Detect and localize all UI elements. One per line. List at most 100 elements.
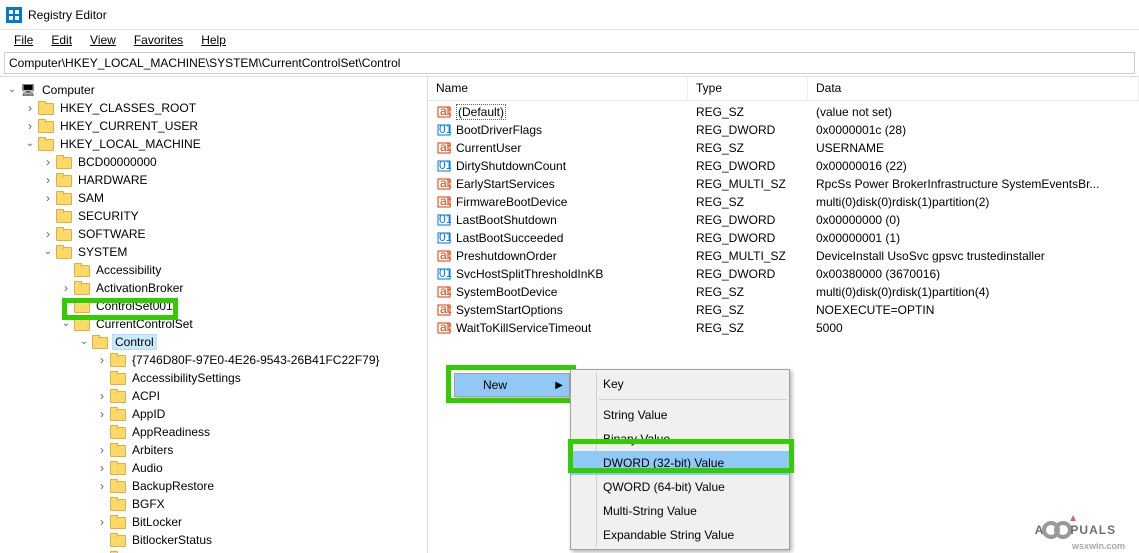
tree-label: AccessibilitySettings xyxy=(130,371,243,385)
context-item-multistring[interactable]: Multi-String Value xyxy=(571,499,789,523)
svg-text:ab: ab xyxy=(440,321,451,334)
value-data: DeviceInstall UsoSvc gpsvc trustedinstal… xyxy=(808,249,1139,263)
tree-item[interactable]: Arbiters xyxy=(0,441,427,459)
menu-view[interactable]: View xyxy=(82,32,124,48)
expander-icon[interactable] xyxy=(40,247,56,258)
value-type: REG_SZ xyxy=(688,105,808,119)
tree-item[interactable]: Bluetooth xyxy=(0,549,427,553)
folder-icon xyxy=(74,281,90,295)
value-row[interactable]: 011DirtyShutdownCountREG_DWORD0x00000016… xyxy=(428,157,1139,175)
expander-icon[interactable] xyxy=(22,139,38,150)
value-row[interactable]: abSystemStartOptionsREG_SZ NOEXECUTE=OPT… xyxy=(428,301,1139,319)
tree-label: BitLocker xyxy=(130,515,184,529)
tree-item[interactable]: SAM xyxy=(0,189,427,207)
folder-icon xyxy=(110,389,126,403)
tree-item[interactable]: Audio xyxy=(0,459,427,477)
value-row[interactable]: 011LastBootSucceededREG_DWORD0x00000001 … xyxy=(428,229,1139,247)
context-item-new[interactable]: New ▶ xyxy=(455,374,569,396)
tree-item[interactable]: AppID xyxy=(0,405,427,423)
tree-item[interactable]: Accessibility xyxy=(0,261,427,279)
tree-panel[interactable]: 🖥Computer HKEY_CLASSES_ROOT HKEY_CURRENT_U… xyxy=(0,77,428,553)
tree-item[interactable]: SYSTEM xyxy=(0,243,427,261)
tree-item[interactable]: BCD00000000 xyxy=(0,153,427,171)
folder-icon xyxy=(38,119,54,133)
tree-item-control[interactable]: Control xyxy=(0,333,427,351)
value-row[interactable]: abWaitToKillServiceTimeoutREG_SZ5000 xyxy=(428,319,1139,337)
tree-label: BitlockerStatus xyxy=(130,533,214,547)
expander-icon[interactable] xyxy=(40,173,56,187)
expander-icon[interactable] xyxy=(94,389,110,403)
expander-icon[interactable] xyxy=(94,479,110,493)
tree-item[interactable]: AccessibilitySettings xyxy=(0,369,427,387)
tree-label: {7746D80F-97E0-4E26-9543-26B41FC22F79} xyxy=(130,353,382,367)
context-label: Binary Value xyxy=(603,432,670,446)
context-item-binary[interactable]: Binary Value xyxy=(571,427,789,451)
expander-icon[interactable] xyxy=(40,155,56,169)
value-row[interactable]: abSystemBootDeviceREG_SZmulti(0)disk(0)r… xyxy=(428,283,1139,301)
svg-text:ab: ab xyxy=(440,195,451,208)
tree-item[interactable]: HKEY_CURRENT_USER xyxy=(0,117,427,135)
expander-icon[interactable] xyxy=(94,461,110,475)
tree-item[interactable]: SOFTWARE xyxy=(0,225,427,243)
tree-label: Audio xyxy=(130,461,165,475)
expander-icon[interactable] xyxy=(94,407,110,421)
expander-icon[interactable] xyxy=(94,353,110,367)
svg-text:ab: ab xyxy=(440,141,451,154)
context-menu-new: Key String Value Binary Value DWORD (32-… xyxy=(570,369,790,550)
col-header-data[interactable]: Data xyxy=(808,77,1139,100)
value-row[interactable]: abEarlyStartServicesREG_MULTI_SZRpcSs Po… xyxy=(428,175,1139,193)
binary-value-icon: 011 xyxy=(436,122,452,138)
value-name: SystemStartOptions xyxy=(456,303,563,317)
tree-item[interactable]: CurrentControlSet xyxy=(0,315,427,333)
col-header-type[interactable]: Type xyxy=(688,77,808,100)
context-item-expandstring[interactable]: Expandable String Value xyxy=(571,523,789,547)
expander-icon[interactable] xyxy=(40,227,56,241)
value-row[interactable]: 011LastBootShutdownREG_DWORD0x00000000 (… xyxy=(428,211,1139,229)
expander-icon[interactable] xyxy=(58,319,74,330)
context-item-qword[interactable]: QWORD (64-bit) Value xyxy=(571,475,789,499)
folder-icon xyxy=(56,209,72,223)
context-item-string[interactable]: String Value xyxy=(571,403,789,427)
tree-item[interactable]: BackupRestore xyxy=(0,477,427,495)
address-bar[interactable]: Computer\HKEY_LOCAL_MACHINE\SYSTEM\Curre… xyxy=(4,52,1135,74)
value-row[interactable]: ab(Default)REG_SZ(value not set) xyxy=(428,103,1139,121)
value-name: SvcHostSplitThresholdInKB xyxy=(456,267,603,281)
col-header-name[interactable]: Name xyxy=(428,77,688,100)
menu-file[interactable]: File xyxy=(6,32,41,48)
expander-icon[interactable] xyxy=(94,443,110,457)
menu-edit[interactable]: Edit xyxy=(43,32,80,48)
tree-item[interactable]: ControlSet001 xyxy=(0,297,427,315)
expander-icon[interactable] xyxy=(58,299,74,313)
regedit-icon xyxy=(6,7,22,23)
value-row[interactable]: abCurrentUserREG_SZUSERNAME xyxy=(428,139,1139,157)
context-item-dword[interactable]: DWORD (32-bit) Value xyxy=(571,451,789,475)
tree-item[interactable]: HARDWARE xyxy=(0,171,427,189)
expander-icon[interactable] xyxy=(22,101,38,115)
tree-item[interactable]: 🖥Computer xyxy=(0,81,427,99)
value-data: RpcSs Power BrokerInfrastructure SystemE… xyxy=(808,177,1139,191)
tree-item[interactable]: BitlockerStatus xyxy=(0,531,427,549)
tree-item[interactable]: HKEY_LOCAL_MACHINE xyxy=(0,135,427,153)
expander-icon[interactable] xyxy=(22,119,38,133)
expander-icon[interactable] xyxy=(94,515,110,529)
menu-help[interactable]: Help xyxy=(193,32,234,48)
menu-favorites[interactable]: Favorites xyxy=(126,32,191,48)
value-row[interactable]: 011SvcHostSplitThresholdInKBREG_DWORD0x0… xyxy=(428,265,1139,283)
expander-icon[interactable] xyxy=(76,337,92,348)
tree-item[interactable]: AppReadiness xyxy=(0,423,427,441)
expander-icon[interactable] xyxy=(40,191,56,205)
expander-icon[interactable] xyxy=(4,85,20,96)
value-row[interactable]: 011BootDriverFlagsREG_DWORD0x0000001c (2… xyxy=(428,121,1139,139)
tree-item[interactable]: BGFX xyxy=(0,495,427,513)
tree-item[interactable]: BitLocker xyxy=(0,513,427,531)
tree-item[interactable]: SECURITY xyxy=(0,207,427,225)
value-row[interactable]: abFirmwareBootDeviceREG_SZmulti(0)disk(0… xyxy=(428,193,1139,211)
expander-icon[interactable] xyxy=(58,281,74,295)
value-row[interactable]: abPreshutdownOrderREG_MULTI_SZDeviceInst… xyxy=(428,247,1139,265)
tree-item[interactable]: {7746D80F-97E0-4E26-9543-26B41FC22F79} xyxy=(0,351,427,369)
tree-item[interactable]: HKEY_CLASSES_ROOT xyxy=(0,99,427,117)
tree-item[interactable]: ActivationBroker xyxy=(0,279,427,297)
tree-label: HKEY_CLASSES_ROOT xyxy=(58,101,198,115)
tree-item[interactable]: ACPI xyxy=(0,387,427,405)
context-item-key[interactable]: Key xyxy=(571,372,789,396)
